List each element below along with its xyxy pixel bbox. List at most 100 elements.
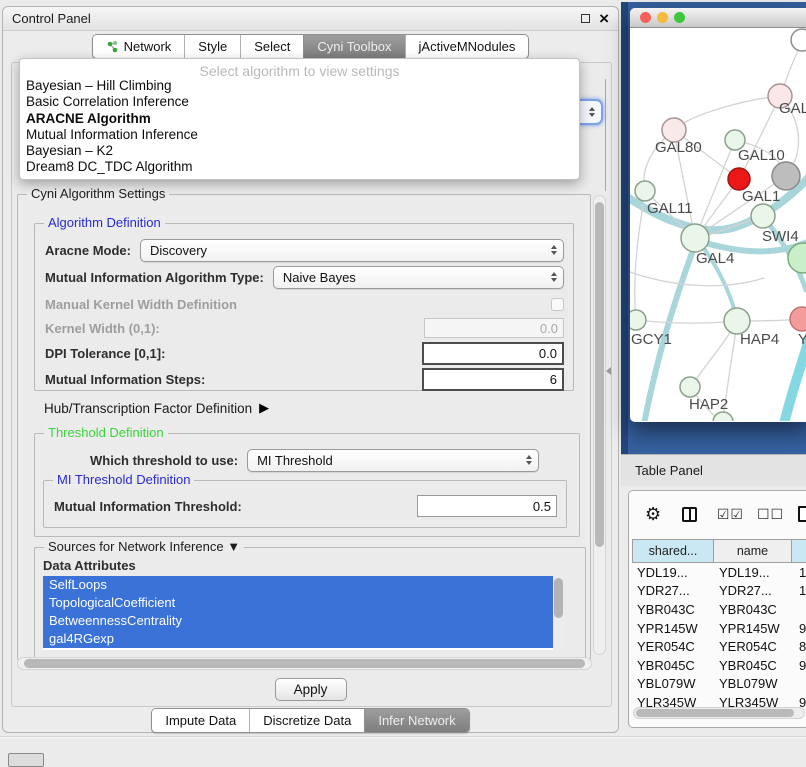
node-label: SWI4 bbox=[762, 228, 799, 245]
select-all-icon[interactable]: ☑☑ bbox=[717, 506, 744, 523]
node-label: GAL11 bbox=[647, 200, 693, 217]
mi-steps-field[interactable]: 6 bbox=[422, 368, 564, 391]
table-cell: YDL19... bbox=[632, 565, 714, 580]
kernel-width-field[interactable]: 0.0 bbox=[424, 318, 564, 338]
table-horizontal-scrollbar[interactable] bbox=[633, 707, 805, 719]
hub-definition-toggle[interactable]: Hub/Transcription Factor Definition ▶ bbox=[44, 400, 269, 416]
close-window-button[interactable] bbox=[640, 12, 651, 23]
column-header-shared-[interactable]: shared... bbox=[632, 539, 714, 563]
split-columns-icon[interactable] bbox=[682, 507, 697, 522]
network-node[interactable] bbox=[713, 412, 733, 421]
tab-jactivemnodules[interactable]: jActiveMNodules bbox=[405, 35, 529, 58]
tab-discretize-data[interactable]: Discretize Data bbox=[249, 709, 364, 732]
attribute-item-selfloops[interactable]: SelfLoops bbox=[43, 576, 564, 594]
settings-horizontal-scrollbar[interactable] bbox=[17, 657, 592, 670]
collapse-down-icon[interactable]: ▼ bbox=[227, 539, 240, 554]
attribute-item-topologicalcoefficient[interactable]: TopologicalCoefficient bbox=[43, 594, 564, 612]
table-row[interactable]: YDR27...YDR27...12 bbox=[632, 582, 806, 601]
mi-threshold-field[interactable]: 0.5 bbox=[417, 495, 557, 517]
gear-icon[interactable]: ⚙ bbox=[645, 504, 661, 525]
dropdown-item-aracne-algorithm[interactable]: ARACNE Algorithm bbox=[20, 111, 579, 127]
settings-vertical-scrollbar[interactable] bbox=[593, 195, 606, 655]
stepper-icon bbox=[551, 272, 557, 282]
tab-network[interactable]: Network bbox=[93, 35, 185, 58]
panel-splitter-handle[interactable] bbox=[606, 367, 611, 375]
table-row[interactable]: YER054CYER054C8. bbox=[632, 637, 806, 656]
tab-select[interactable]: Select bbox=[240, 35, 303, 58]
mi-threshold-group: MI Threshold Definition Mutual Informati… bbox=[43, 480, 567, 528]
table-cell: YDR27... bbox=[632, 583, 714, 598]
table-row[interactable]: YDL19...YDL19...13 bbox=[632, 563, 806, 582]
dropdown-placeholder: Select algorithm to view settings bbox=[20, 59, 579, 78]
network-node-hap2[interactable] bbox=[680, 377, 700, 397]
mi-type-combo[interactable]: Naive Bayes bbox=[273, 266, 564, 289]
algorithm-dropdown-popup: Select algorithm to view settings Bayesi… bbox=[19, 58, 580, 180]
dropdown-item-dream8-dc-tdc-algorithm[interactable]: Dream8 DC_TDC Algorithm bbox=[20, 159, 579, 175]
table-cell: 9. bbox=[792, 658, 806, 673]
aracne-mode-combo[interactable]: Discovery bbox=[140, 239, 564, 262]
mi-threshold-label: Mutual Information Threshold: bbox=[54, 499, 242, 514]
tab-label: Discretize Data bbox=[263, 713, 351, 728]
float-panel-icon[interactable] bbox=[581, 14, 590, 23]
dropdown-item-mutual-information-inference[interactable]: Mutual Information Inference bbox=[20, 127, 579, 143]
data-attributes-label: Data Attributes bbox=[43, 558, 136, 573]
network-node-gal11[interactable] bbox=[635, 181, 655, 201]
network-node[interactable] bbox=[728, 168, 750, 190]
attributes-list[interactable]: SelfLoopsTopologicalCoefficientBetweenne… bbox=[43, 576, 564, 650]
dropdown-item-basic-correlation-inference[interactable]: Basic Correlation Inference bbox=[20, 94, 579, 110]
table-cell: 13 bbox=[792, 565, 806, 580]
network-edge bbox=[630, 272, 764, 286]
table-row[interactable]: YBR045CYBR045C9. bbox=[632, 656, 806, 675]
attribute-item-gal4rgexp[interactable]: gal4RGexp bbox=[43, 630, 564, 648]
attribute-item-betweennesscentrality[interactable]: BetweennessCentrality bbox=[43, 612, 564, 630]
top-tabs: NetworkStyleSelectCyni ToolboxjActiveMNo… bbox=[3, 34, 618, 59]
network-node-gal1[interactable] bbox=[751, 204, 775, 228]
dropdown-item-bayesian-hill-climbing[interactable]: Bayesian – Hill Climbing bbox=[20, 78, 579, 94]
node-label: GAL4 bbox=[696, 250, 734, 267]
scrollbar-thumb[interactable] bbox=[24, 659, 585, 668]
new-column-icon[interactable] bbox=[798, 506, 806, 522]
network-node-gal4[interactable] bbox=[681, 224, 709, 252]
panel-title: Control Panel bbox=[12, 11, 91, 26]
attributes-list-scrollbar[interactable] bbox=[553, 576, 564, 650]
combo-value: Naive Bayes bbox=[283, 270, 356, 285]
tab-cyni-toolbox[interactable]: Cyni Toolbox bbox=[303, 35, 404, 58]
dropdown-item-bayesian-k2[interactable]: Bayesian – K2 bbox=[20, 143, 579, 159]
deselect-all-icon[interactable]: ☐☐ bbox=[757, 506, 784, 523]
manual-kernel-checkbox[interactable] bbox=[551, 298, 564, 311]
tab-impute-data[interactable]: Impute Data bbox=[152, 709, 249, 732]
hub-definition-label: Hub/Transcription Factor Definition bbox=[44, 401, 252, 416]
minimize-window-button[interactable] bbox=[657, 12, 668, 23]
table-row[interactable]: YBL079WYBL079W bbox=[632, 675, 806, 694]
scrollbar-thumb[interactable] bbox=[554, 578, 563, 618]
scrollbar-thumb[interactable] bbox=[636, 709, 794, 717]
tab-style[interactable]: Style bbox=[184, 35, 240, 58]
which-threshold-combo[interactable]: MI Threshold bbox=[247, 449, 539, 472]
table-cell: 9. bbox=[792, 621, 806, 636]
scrollbar-thumb[interactable] bbox=[595, 202, 604, 547]
network-node-y[interactable] bbox=[790, 307, 806, 331]
node-label: HAP2 bbox=[689, 396, 728, 413]
apply-button[interactable]: Apply bbox=[275, 678, 347, 701]
network-edge bbox=[635, 193, 645, 320]
node-label: GAL10 bbox=[738, 147, 785, 164]
kernel-width-label: Kernel Width (0,1): bbox=[45, 321, 160, 336]
close-panel-icon[interactable]: × bbox=[599, 14, 609, 24]
table-cell: YER054C bbox=[632, 639, 714, 654]
tab-infer-network[interactable]: Infer Network bbox=[364, 709, 468, 732]
network-node[interactable] bbox=[772, 162, 800, 190]
table-cell: YPR145W bbox=[632, 621, 714, 636]
table-row[interactable]: YPR145WYPR145W9. bbox=[632, 619, 806, 638]
table-row[interactable]: YBR043CYBR043C bbox=[632, 600, 806, 619]
column-header-name[interactable]: name bbox=[714, 539, 792, 563]
dpi-tolerance-field[interactable]: 0.0 bbox=[422, 342, 564, 365]
network-window-titlebar[interactable] bbox=[630, 8, 806, 28]
column-header-3[interactable] bbox=[792, 539, 806, 563]
network-node-gcy1[interactable] bbox=[630, 310, 646, 330]
table-cell: 8. bbox=[792, 639, 806, 654]
zoom-window-button[interactable] bbox=[674, 12, 685, 23]
network-node[interactable] bbox=[791, 29, 806, 51]
threshold-definition-group: Threshold Definition Which threshold to … bbox=[34, 433, 580, 537]
mini-corner-button[interactable] bbox=[8, 753, 44, 767]
network-canvas[interactable]: GALGAL80GAL10GAL1SWI4GAL11GAL4GCY1HAP4YH… bbox=[630, 28, 806, 421]
